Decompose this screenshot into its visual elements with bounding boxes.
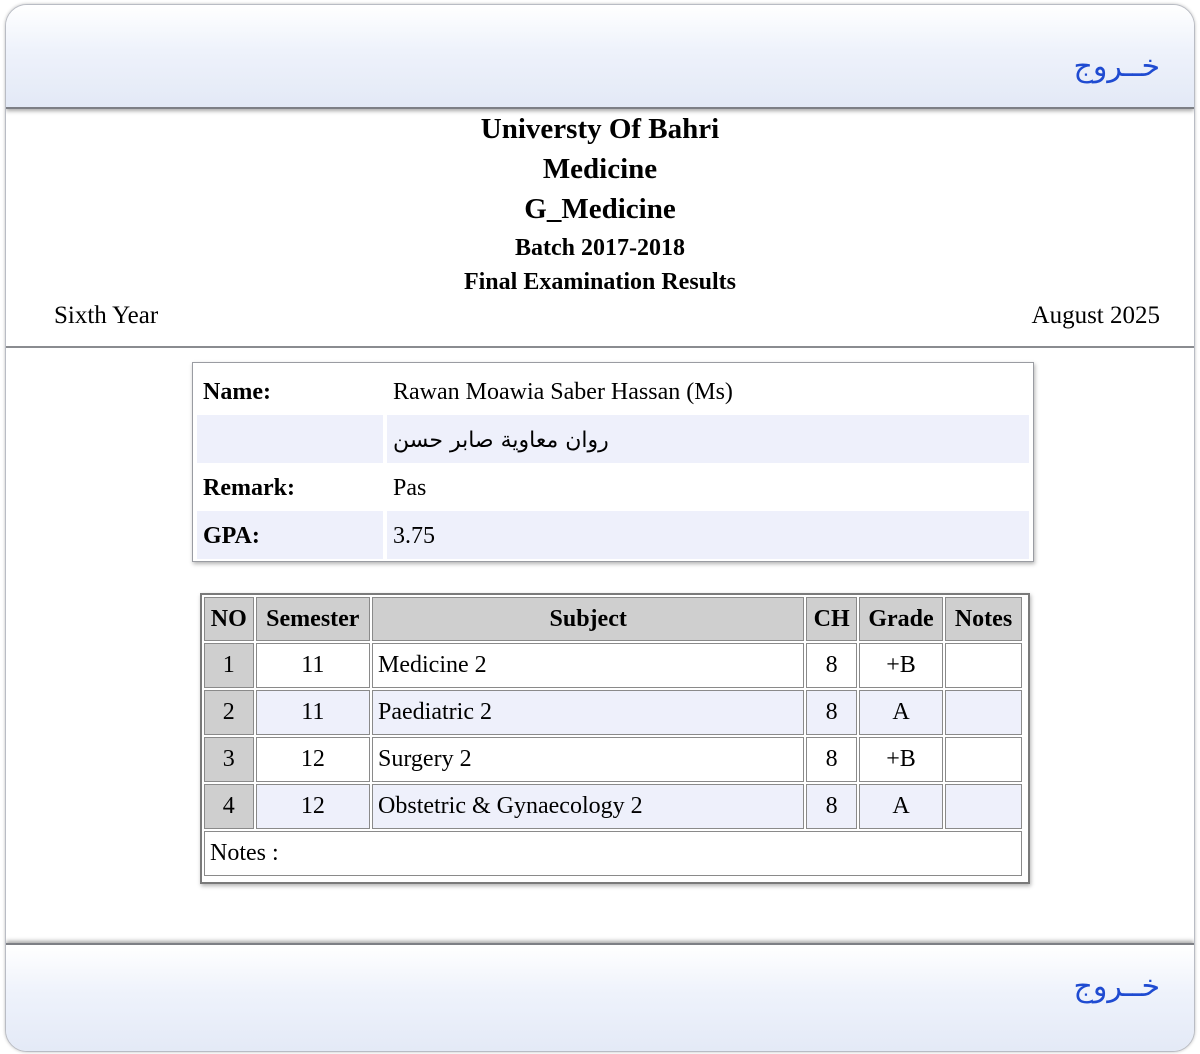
cell-subject: Medicine 2 bbox=[372, 643, 805, 688]
header-no: NO bbox=[204, 597, 254, 641]
table-row: 3 12 Surgery 2 8 +B bbox=[204, 737, 1022, 782]
cell-notes bbox=[945, 643, 1022, 688]
batch-label: Batch 2017-2018 bbox=[515, 235, 685, 261]
student-info-panel: Name: Rawan Moawia Saber Hassan (Ms) روا… bbox=[192, 362, 1034, 562]
top-bar: خــروج bbox=[6, 5, 1194, 109]
page-title: Final Examination Results bbox=[463, 269, 737, 295]
faculty-name: Medicine bbox=[542, 153, 658, 185]
bottom-bar: خــروج bbox=[6, 943, 1194, 1051]
divider bbox=[6, 346, 1194, 348]
table-row: 4 12 Obstetric & Gynaecology 2 8 A bbox=[204, 784, 1022, 829]
cell-grade: A bbox=[858, 690, 944, 735]
notes-row: Notes : bbox=[204, 831, 1022, 876]
cell-grade: A bbox=[858, 784, 944, 829]
header-subject: Subject bbox=[372, 597, 805, 641]
university-name: Universty Of Bahri bbox=[480, 113, 720, 145]
cell-semester: 12 bbox=[255, 784, 371, 829]
cell-no: 1 bbox=[204, 643, 254, 688]
gpa-label: GPA: bbox=[203, 523, 260, 549]
cell-no: 3 bbox=[204, 737, 254, 782]
gpa-value: 3.75 bbox=[393, 523, 435, 549]
results-date: August 2025 bbox=[1031, 302, 1160, 329]
cell-ch: 8 bbox=[806, 643, 857, 688]
table-row: 1 11 Medicine 2 8 +B bbox=[204, 643, 1022, 688]
cell-ch: 8 bbox=[806, 737, 857, 782]
grades-table: NO Semester Subject CH Grade Notes 1 11 … bbox=[202, 595, 1024, 878]
remark-label: Remark: bbox=[203, 475, 295, 501]
cell-notes bbox=[945, 784, 1022, 829]
remark-value: Pas bbox=[393, 475, 427, 501]
cell-grade: +B bbox=[858, 737, 944, 782]
department-name: G_Medicine bbox=[524, 193, 676, 225]
header-notes: Notes bbox=[945, 597, 1022, 641]
page-frame: خــروج Universty Of Bahri Medicine G_Med… bbox=[5, 4, 1195, 1052]
remark-row: Remark: Pas bbox=[197, 463, 1029, 511]
cell-no: 2 bbox=[204, 690, 254, 735]
student-name-arabic: روان معاوية صابر حسن bbox=[393, 428, 609, 453]
table-header-row: NO Semester Subject CH Grade Notes bbox=[204, 597, 1022, 641]
header-semester: Semester bbox=[255, 597, 371, 641]
cell-notes bbox=[945, 690, 1022, 735]
table-row: 2 11 Paediatric 2 8 A bbox=[204, 690, 1022, 735]
arabic-name-row: روان معاوية صابر حسن bbox=[197, 415, 1029, 463]
cell-subject: Surgery 2 bbox=[372, 737, 805, 782]
academic-year: Sixth Year bbox=[54, 302, 159, 329]
cell-subject: Paediatric 2 bbox=[372, 690, 805, 735]
student-name: Rawan Moawia Saber Hassan (Ms) bbox=[393, 379, 733, 405]
cell-notes bbox=[945, 737, 1022, 782]
cell-subject: Obstetric & Gynaecology 2 bbox=[372, 784, 805, 829]
exit-link-bottom[interactable]: خــروج bbox=[1073, 969, 1160, 1004]
cell-semester: 11 bbox=[255, 690, 371, 735]
cell-ch: 8 bbox=[806, 784, 857, 829]
gpa-row: GPA: 3.75 bbox=[197, 511, 1029, 559]
cell-semester: 11 bbox=[255, 643, 371, 688]
cell-grade: +B bbox=[858, 643, 944, 688]
cell-ch: 8 bbox=[806, 690, 857, 735]
cell-semester: 12 bbox=[255, 737, 371, 782]
notes-label: Notes : bbox=[204, 831, 1022, 876]
cell-no: 4 bbox=[204, 784, 254, 829]
grades-table-panel: NO Semester Subject CH Grade Notes 1 11 … bbox=[200, 593, 1030, 884]
name-label: Name: bbox=[203, 379, 271, 405]
exit-link-top[interactable]: خــروج bbox=[1073, 49, 1160, 84]
header-ch: CH bbox=[806, 597, 857, 641]
name-row: Name: Rawan Moawia Saber Hassan (Ms) bbox=[197, 367, 1029, 415]
header-grade: Grade bbox=[858, 597, 944, 641]
